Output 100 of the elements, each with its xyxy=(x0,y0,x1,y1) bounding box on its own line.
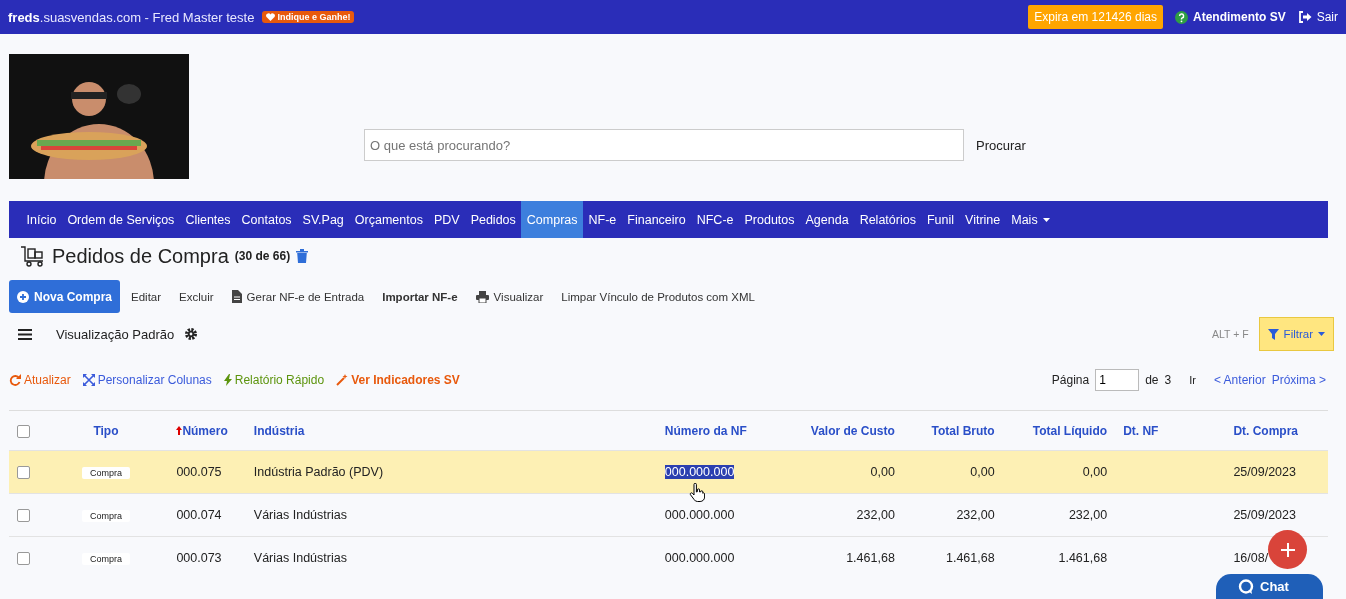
column-header[interactable]: Número da NF xyxy=(664,423,747,438)
table-cell: 25/09/2023 xyxy=(1233,465,1296,479)
table-cell: Várias Indústrias xyxy=(253,508,347,522)
row-checkbox[interactable] xyxy=(17,466,30,480)
column-header[interactable]: Tipo xyxy=(93,423,119,438)
previous-link[interactable]: < Anterior xyxy=(1213,373,1266,387)
go-link[interactable]: Ir xyxy=(1189,374,1196,386)
row-checkbox[interactable] xyxy=(17,509,30,523)
nav-tab[interactable]: Funil xyxy=(921,201,960,238)
action-link[interactable]: Relatório Rápido xyxy=(223,373,325,387)
select-all-checkbox[interactable] xyxy=(17,424,30,438)
refresh-icon xyxy=(9,374,21,386)
nav-tab[interactable]: Orçamentos xyxy=(349,201,429,238)
nav-tab[interactable]: SV.Pag xyxy=(297,201,350,238)
nav-tab[interactable]: Ordem de Serviços xyxy=(61,201,180,238)
chat-bubble-icon xyxy=(1238,579,1254,595)
support-link[interactable]: Atendimento SV xyxy=(1175,10,1286,24)
bolt-icon xyxy=(223,374,232,386)
trash-icon xyxy=(296,249,309,263)
type-tag: Compra xyxy=(81,510,130,522)
nav-tab[interactable]: Vitrine xyxy=(959,201,1006,238)
view-name: Visualização Padrão xyxy=(56,326,175,342)
table-cell: 1.461,68 xyxy=(1058,551,1108,566)
nav-tab[interactable]: NFC-e xyxy=(691,201,739,238)
table-cell: 000.073 xyxy=(176,551,222,566)
shortcut-hint: ALT + F xyxy=(1211,328,1249,340)
nav-tab[interactable]: Mais xyxy=(1005,201,1056,238)
menu-icon xyxy=(18,328,32,340)
logout-icon xyxy=(1297,11,1312,23)
table-cell: 1.461,68 xyxy=(846,551,895,566)
site-title: freds.suasvendas.com - Fred Master teste xyxy=(8,9,255,25)
column-header[interactable]: Total Líquido xyxy=(1032,423,1108,438)
nav-tab[interactable]: Financeiro xyxy=(621,201,692,238)
search-button[interactable]: Procurar xyxy=(964,137,1038,153)
page-title: Pedidos de Compra xyxy=(52,244,229,268)
column-header[interactable]: Total Bruto xyxy=(931,423,995,438)
file-icon xyxy=(231,290,242,303)
nav-tab[interactable]: Início xyxy=(21,201,62,238)
table-cell: 232,00 xyxy=(856,508,895,522)
table-cell: 000.000.000 xyxy=(664,465,735,479)
column-header[interactable]: Número xyxy=(176,423,228,438)
of-label: de xyxy=(1145,373,1159,387)
toolbar-button[interactable]: Editar xyxy=(124,282,169,311)
nav-tab[interactable]: Agenda xyxy=(800,201,855,238)
table-cell: 000.000.000 xyxy=(664,551,735,566)
nav-tab[interactable]: Compras xyxy=(521,201,584,238)
magic-wand-icon xyxy=(336,374,349,386)
toolbar-button[interactable]: Limpar Vínculo de Produtos com XML xyxy=(554,282,762,311)
table-cell: 16/08/ xyxy=(1233,551,1269,566)
table-cell: 0,00 xyxy=(970,465,995,479)
table-cell: Indústria Padrão (PDV) xyxy=(253,465,384,479)
toolbar-button[interactable]: Gerar NF-e de Entrada xyxy=(224,282,372,311)
heart-icon xyxy=(266,13,276,21)
add-button[interactable] xyxy=(1268,530,1307,569)
column-header[interactable]: Dt. Compra xyxy=(1233,423,1299,438)
nav-tab[interactable]: Clientes xyxy=(179,201,237,238)
printer-icon xyxy=(475,290,489,303)
cart-icon xyxy=(20,245,46,267)
nav-tab[interactable]: Relatórios xyxy=(854,201,922,238)
column-header[interactable]: Dt. NF xyxy=(1123,423,1159,438)
table-cell: 000.074 xyxy=(176,508,222,522)
toolbar-button[interactable]: Importar NF-e xyxy=(375,282,465,311)
toolbar-button[interactable]: Excluir xyxy=(172,282,221,311)
type-tag: Compra xyxy=(81,467,130,479)
toolbar-button[interactable]: Visualizar xyxy=(468,282,551,311)
table-cell: 1.461,68 xyxy=(946,551,995,566)
table-cell: 000.075 xyxy=(176,465,222,479)
table-cell: 000.000.000 xyxy=(664,508,735,522)
table-cell: Várias Indústrias xyxy=(253,551,347,566)
promo-badge[interactable]: Indique e Ganhe! xyxy=(262,11,355,23)
settings-icon xyxy=(184,327,199,341)
nav-tab[interactable]: Produtos xyxy=(739,201,801,238)
column-header[interactable]: Indústria xyxy=(253,423,305,438)
expand-arrows-icon xyxy=(82,374,95,386)
plus-icon xyxy=(1280,542,1295,557)
row-checkbox[interactable] xyxy=(17,552,30,566)
nav-tab[interactable]: Pedidos xyxy=(465,201,522,238)
logout-link[interactable]: Sair xyxy=(1297,10,1338,24)
help-icon xyxy=(1175,10,1188,24)
column-header[interactable]: Valor de Custo xyxy=(810,423,895,438)
table-cell: 0,00 xyxy=(870,465,895,479)
chat-button[interactable]: Chat xyxy=(1216,574,1323,599)
nav-tab[interactable]: NF-e xyxy=(583,201,622,238)
record-count: (30 de 66) xyxy=(234,249,291,263)
table-cell: 25/09/2023 xyxy=(1233,508,1296,522)
search-field[interactable]: O que está procurando? xyxy=(364,129,964,161)
filter-icon xyxy=(1267,328,1279,340)
table-cell: 0,00 xyxy=(1082,465,1108,479)
hand-cursor-icon xyxy=(689,483,705,503)
filter-button[interactable]: Filtrar xyxy=(1258,317,1334,351)
plus-circle-icon xyxy=(17,290,29,303)
table-cell: 232,00 xyxy=(956,508,995,522)
action-link[interactable]: Personalizar Colunas xyxy=(82,373,212,387)
toolbar-button[interactable]: Nova Compra xyxy=(9,280,121,313)
nav-tab[interactable]: Contatos xyxy=(236,201,298,238)
nav-tab[interactable]: PDV xyxy=(428,201,466,238)
page-label: Página xyxy=(1051,373,1090,387)
next-link[interactable]: Próxima > xyxy=(1271,373,1326,387)
page-field[interactable]: 1 xyxy=(1095,369,1140,391)
caret-icon xyxy=(1318,332,1325,336)
